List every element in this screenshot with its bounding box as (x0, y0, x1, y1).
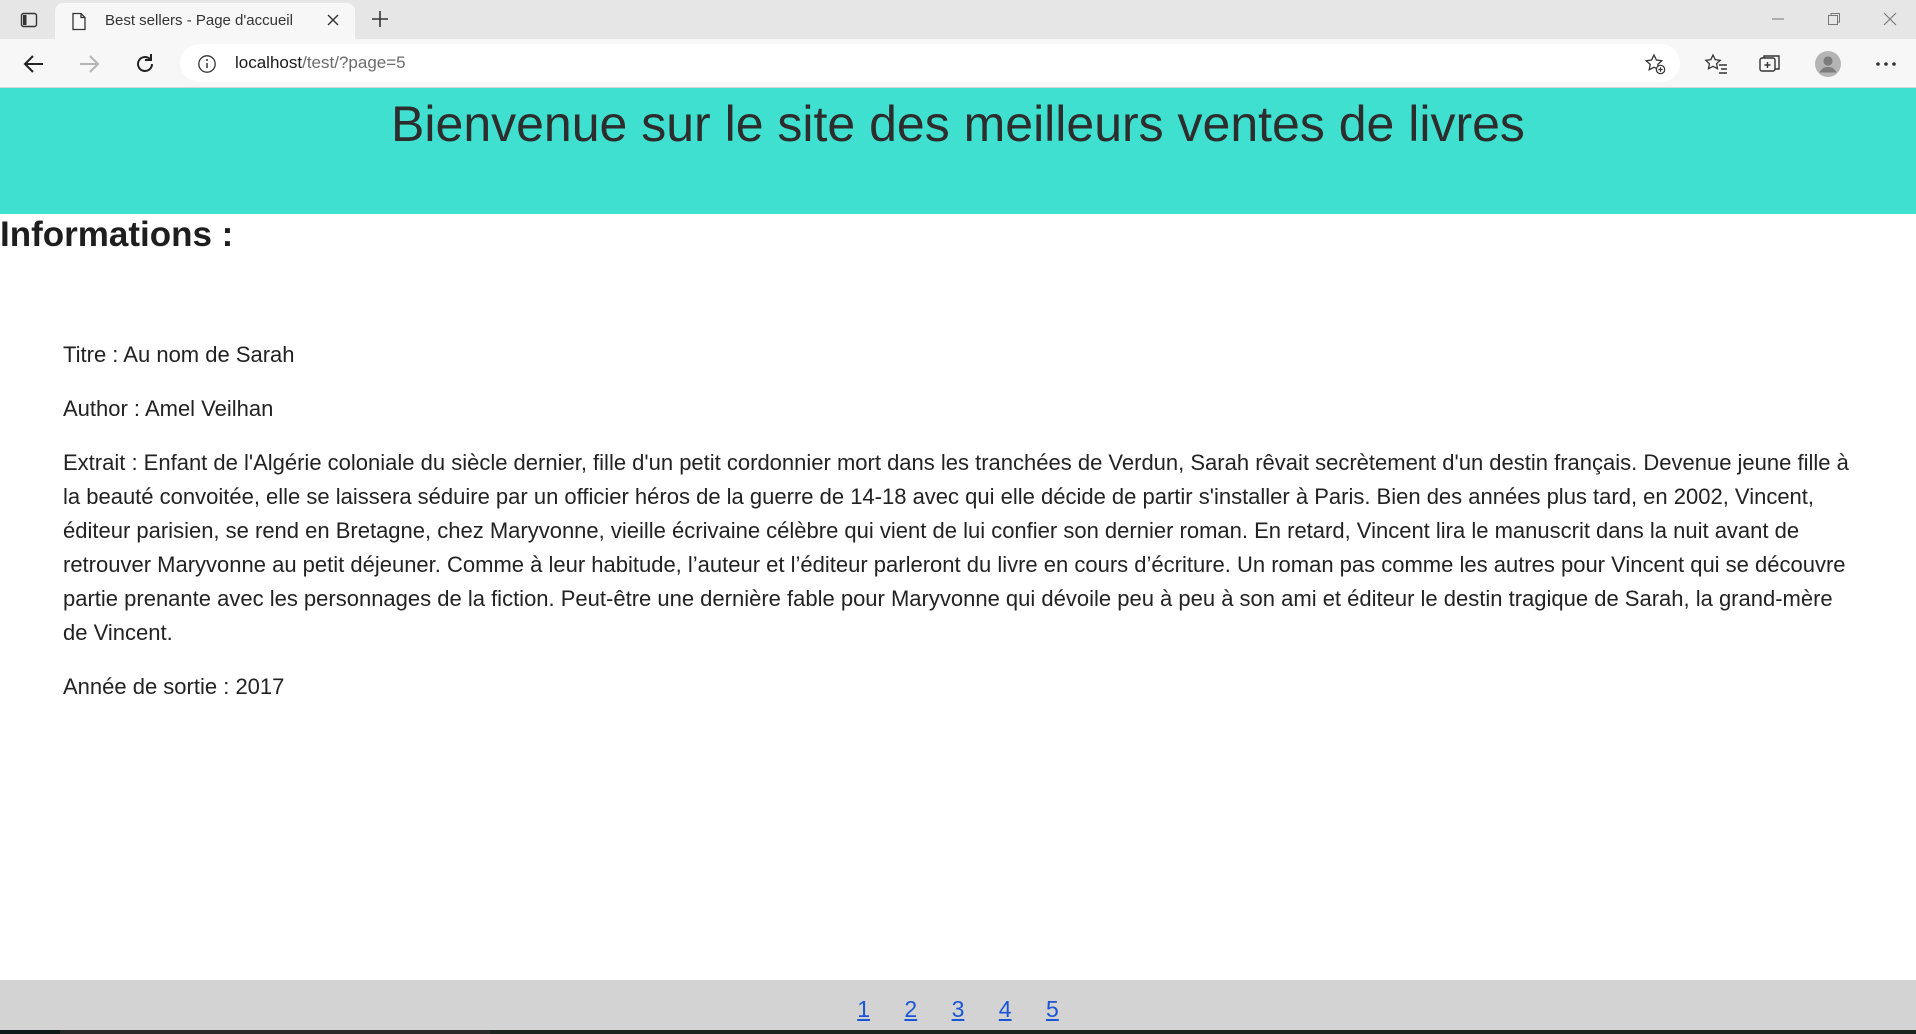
collections-icon[interactable] (1757, 51, 1783, 77)
page-link-4[interactable]: 4 (994, 996, 1017, 1023)
url-text[interactable]: localhost/test/?page=5 (235, 53, 406, 73)
taskbar-edge (60, 1030, 490, 1034)
url-path: /test/?page=5 (302, 53, 406, 72)
browser-tab[interactable]: Best sellers - Page d'accueil (55, 3, 355, 39)
profile-icon[interactable] (1815, 51, 1841, 77)
forward-arrow-icon[interactable] (74, 49, 104, 79)
book-author: Author : Amel Veilhan (63, 396, 274, 421)
page-link-2[interactable]: 2 (899, 996, 922, 1023)
more-icon[interactable] (1873, 51, 1899, 77)
page-link-1[interactable]: 1 (852, 996, 875, 1023)
banner-title: Bienvenue sur le site des meilleurs vent… (391, 96, 1525, 152)
favorites-icon[interactable] (1703, 51, 1729, 77)
book-extrait: Extrait : Enfant de l'Algérie coloniale … (63, 450, 1849, 645)
close-icon[interactable] (325, 12, 341, 33)
taskbar-edge (0, 1030, 60, 1034)
section-title: Informations : (0, 215, 234, 254)
restore-icon[interactable] (1814, 6, 1854, 32)
page-icon (71, 12, 87, 36)
footer-bar: 1 2 3 4 5 (0, 980, 1916, 1034)
book-info: Titre : Au nom de Sarah Author : Amel Ve… (63, 338, 1863, 724)
address-bar[interactable]: localhost/test/?page=5 (180, 44, 1680, 82)
info-icon[interactable] (197, 54, 217, 79)
book-title: Titre : Au nom de Sarah (63, 342, 295, 367)
header-banner: Bienvenue sur le site des meilleurs vent… (0, 88, 1916, 214)
page-link-5[interactable]: 5 (1041, 996, 1064, 1023)
url-host: localhost (235, 53, 303, 72)
pagination: 1 2 3 4 5 (0, 996, 1916, 1023)
refresh-icon[interactable] (130, 49, 160, 79)
browser-toolbar: localhost/test/?page=5 (0, 39, 1916, 88)
book-year: Année de sortie : 2017 (63, 674, 285, 699)
add-favorite-icon[interactable] (1644, 53, 1666, 80)
tab-actions-icon[interactable] (17, 8, 41, 32)
tab-title: Best sellers - Page d'accueil (105, 12, 293, 29)
tab-strip: Best sellers - Page d'accueil (0, 0, 1916, 39)
plus-icon[interactable] (368, 7, 392, 36)
minimize-icon[interactable] (1758, 6, 1798, 32)
back-arrow-icon[interactable] (19, 49, 49, 79)
close-window-icon[interactable] (1870, 6, 1910, 32)
page-link-3[interactable]: 3 (947, 996, 970, 1023)
taskbar-edge (490, 1030, 1916, 1034)
